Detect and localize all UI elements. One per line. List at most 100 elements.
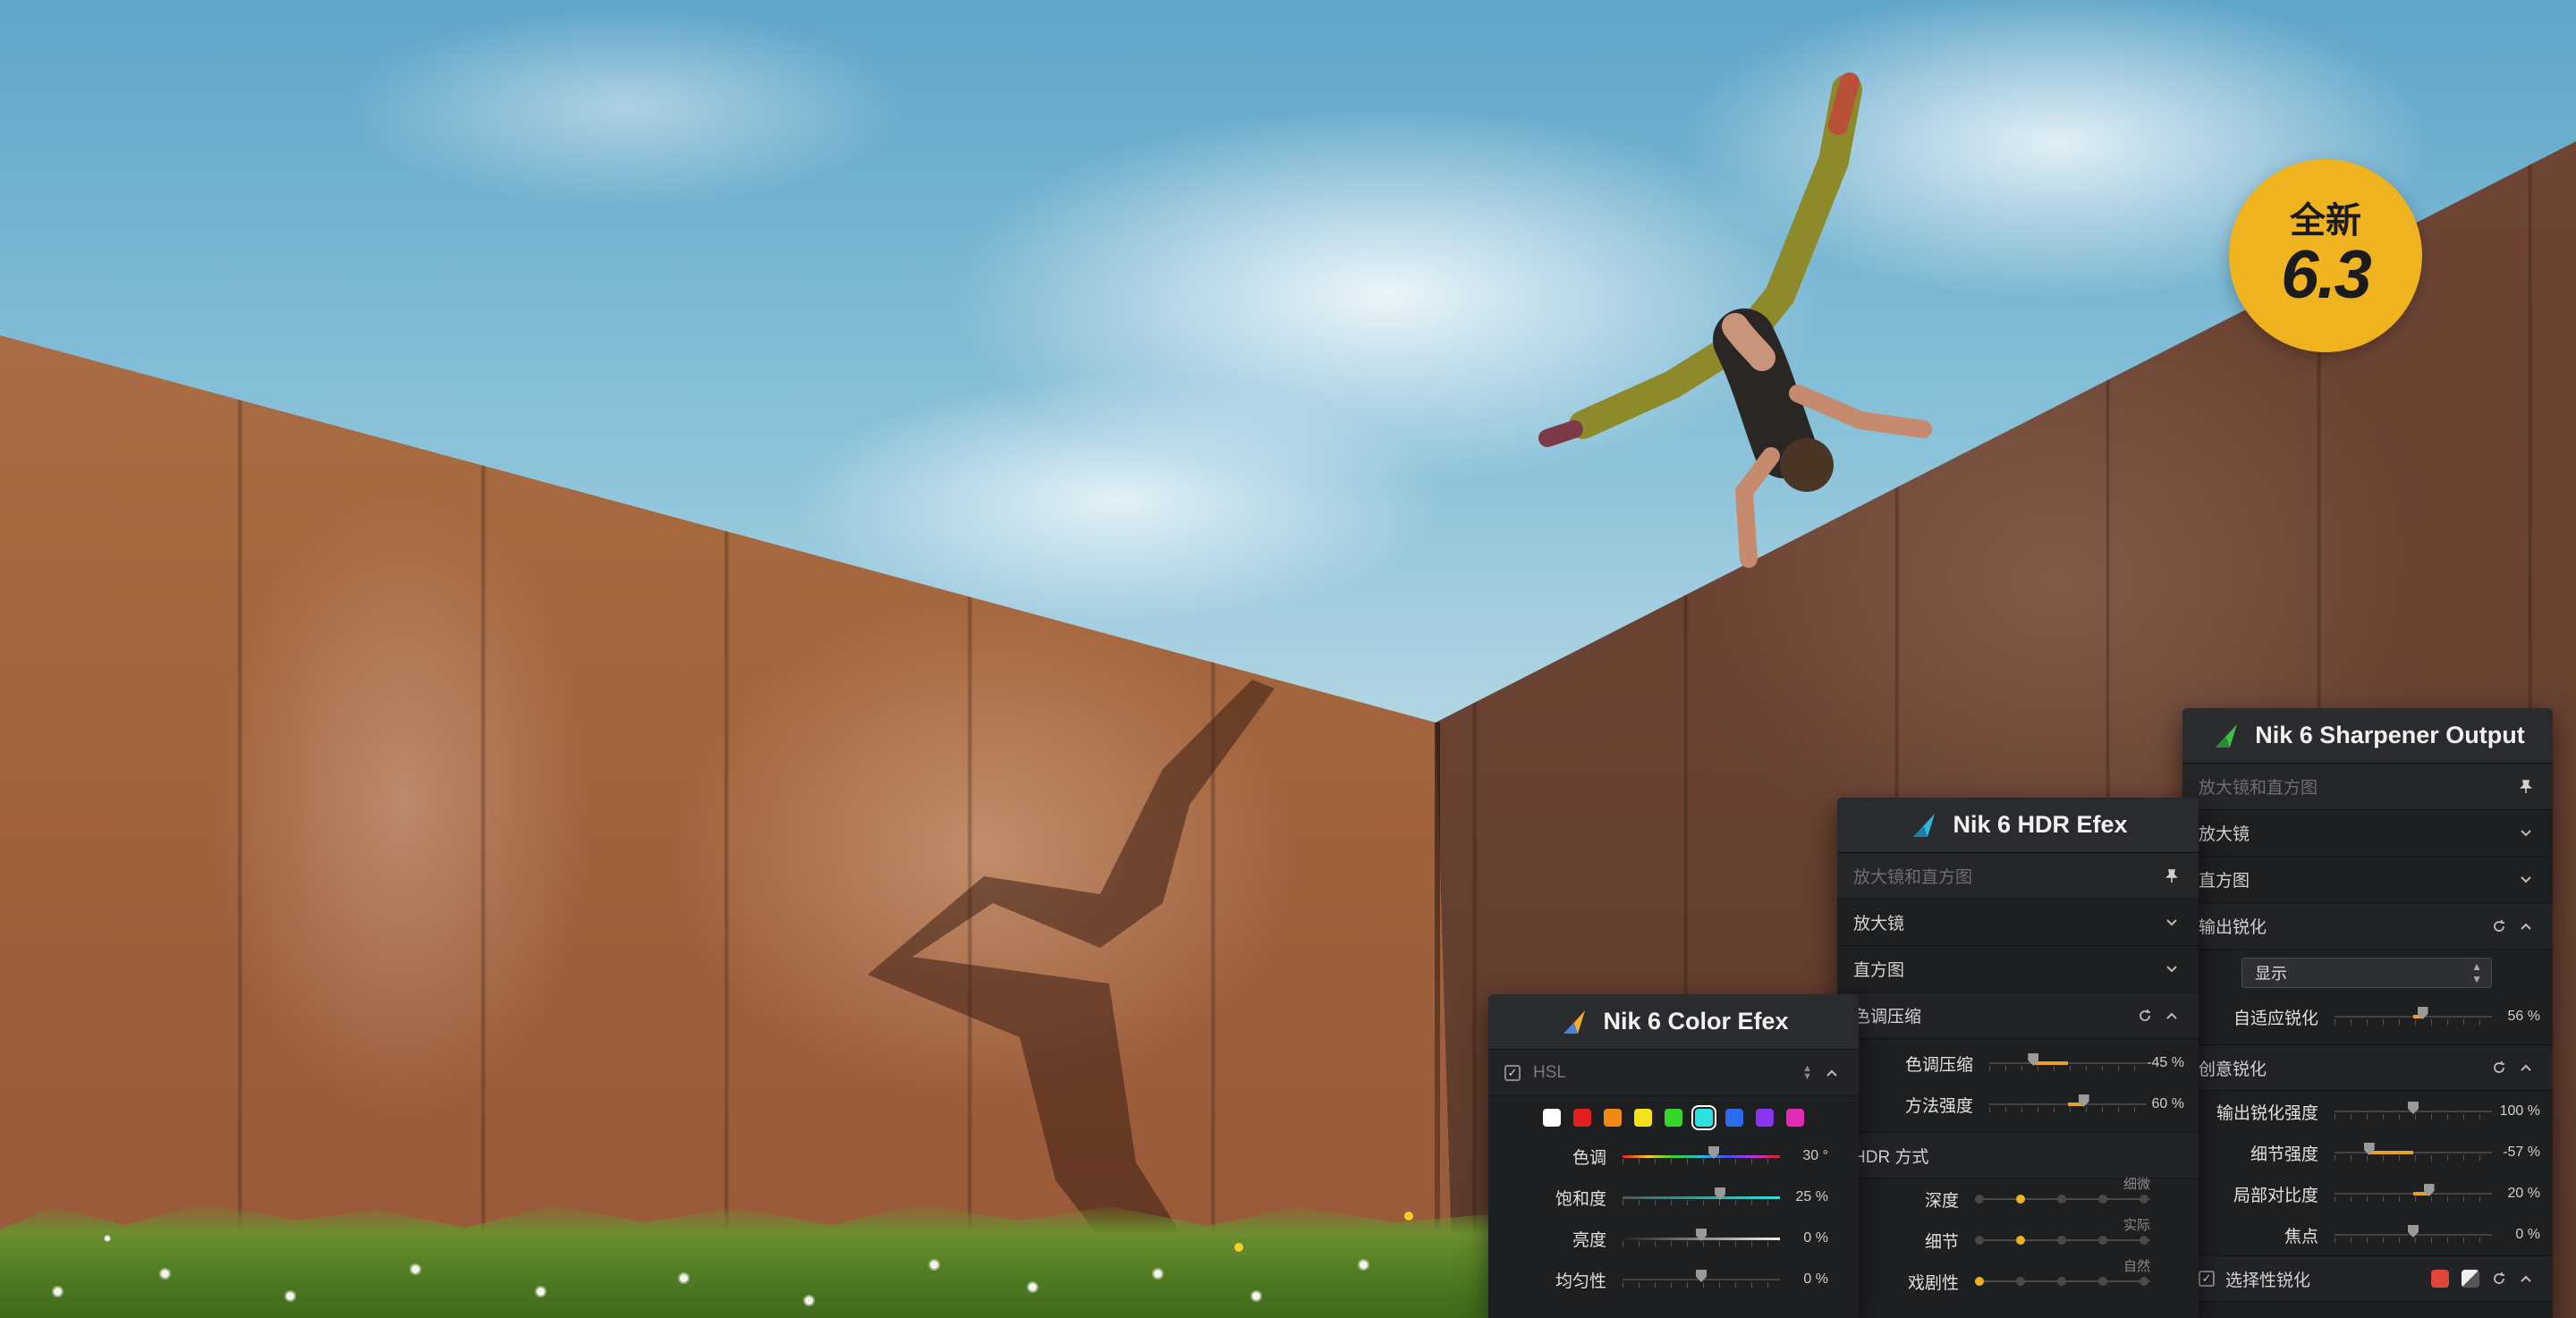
dot-slider-stop[interactable] [2140, 1236, 2148, 1245]
tone-compression-header[interactable]: 色调压缩 [1837, 993, 2199, 1039]
dot-slider-stop[interactable] [2098, 1277, 2107, 1286]
color-swatch[interactable] [1691, 1105, 1716, 1130]
creative-slider[interactable]: 输出锐化强度 100 % [2182, 1091, 2553, 1132]
slider-track[interactable] [1623, 1187, 1780, 1205]
hsl-header[interactable]: ✓ HSL ▲ ▼ [1488, 1050, 1859, 1096]
dot-slider-stop[interactable] [2098, 1195, 2107, 1204]
output-sharpening-header[interactable]: 输出锐化 [2182, 903, 2553, 950]
selective-checkbox[interactable]: ✓ [2199, 1271, 2215, 1287]
hsl-checkbox[interactable]: ✓ [1504, 1064, 1521, 1081]
adaptive-sharpening-slider[interactable]: 自适应锐化 56 % [2182, 996, 2553, 1037]
dot-slider-stop[interactable] [1975, 1236, 1984, 1245]
tone-slider[interactable]: 色调压缩 -45 % [1837, 1043, 2199, 1084]
dot-slider-track[interactable]: 实际 [1975, 1218, 2150, 1249]
slider-label: 饱和度 [1555, 1189, 1606, 1209]
loupe-histogram-row[interactable]: 放大镜和直方图 [1837, 853, 2199, 900]
slider-label: 焦点 [2284, 1227, 2318, 1246]
color-swatch[interactable] [1634, 1109, 1652, 1127]
dot-slider-stop[interactable] [2057, 1195, 2066, 1204]
creative-slider[interactable]: 细节强度 -57 % [2182, 1132, 2553, 1173]
slider-track[interactable] [1989, 1094, 2147, 1112]
creative-slider[interactable]: 局部对比度 20 % [2182, 1173, 2553, 1214]
chevron-up-icon[interactable] [2519, 1272, 2533, 1286]
reset-icon[interactable] [2492, 919, 2506, 934]
color-swatch[interactable] [1756, 1109, 1774, 1127]
dot-slider-stop[interactable] [1975, 1195, 1984, 1204]
slider-label: 局部对比度 [2233, 1186, 2318, 1205]
chevron-up-icon[interactable] [1825, 1066, 1839, 1080]
color-point-icon[interactable] [2431, 1270, 2449, 1288]
badge-new-label: 全新 [2290, 201, 2361, 241]
slider-track[interactable] [2334, 1184, 2492, 1202]
dot-slider-stop[interactable] [2057, 1277, 2066, 1286]
pin-icon[interactable] [2519, 779, 2533, 794]
slider-track[interactable] [2334, 1225, 2492, 1243]
tone-slider[interactable]: 方法强度 60 % [1837, 1084, 2199, 1125]
reset-icon[interactable] [2138, 1009, 2152, 1023]
loupe-histogram-row[interactable]: 放大镜和直方图 [2182, 764, 2553, 810]
color-swatch[interactable] [1665, 1109, 1682, 1127]
selective-sharpening-row[interactable]: ✓ 选择性锐化 [2182, 1255, 2553, 1302]
dot-slider-thumb[interactable] [2016, 1195, 2025, 1204]
slider-track[interactable] [1623, 1270, 1780, 1288]
daisy [805, 1297, 813, 1305]
dot-slider-track[interactable]: 自然 [1975, 1259, 2150, 1290]
daisy [537, 1288, 545, 1296]
histogram-row[interactable]: 直方图 [2182, 857, 2553, 903]
dot-slider-stop[interactable] [2140, 1195, 2148, 1204]
hsl-slider[interactable]: 均匀性 0 % [1488, 1259, 1859, 1300]
dot-slider-stop[interactable] [2016, 1277, 2025, 1286]
chevron-down-icon[interactable] [2165, 962, 2179, 976]
hdr-method-slider[interactable]: 深度 细微 [1837, 1177, 2199, 1220]
hdr-method-slider[interactable]: 戏剧性 自然 [1837, 1259, 2199, 1302]
histogram-row[interactable]: 直方图 [1837, 946, 2199, 993]
loupe-label: 放大镜 [2199, 825, 2250, 844]
color-swatch[interactable] [1786, 1109, 1804, 1127]
slider-track[interactable] [1623, 1146, 1780, 1164]
slider-track[interactable] [1623, 1229, 1780, 1246]
slider-label: 色调压缩 [1904, 1055, 1973, 1075]
reset-icon[interactable] [2492, 1060, 2506, 1075]
slider-label: 输出锐化强度 [2216, 1103, 2318, 1123]
creative-slider[interactable]: 焦点 0 % [2182, 1214, 2553, 1255]
dot-slider-stop[interactable] [2140, 1277, 2148, 1286]
chevron-down-icon[interactable] [2165, 916, 2179, 930]
panel-title: Nik 6 Color Efex [1603, 1008, 1789, 1035]
slider-track[interactable] [2334, 1102, 2492, 1119]
creative-sharpening-header[interactable]: 创意锐化 [2182, 1044, 2553, 1091]
reset-icon[interactable] [2492, 1272, 2506, 1286]
hdr-method-header[interactable]: HDR 方式 [1837, 1132, 2199, 1179]
dot-slider-track[interactable]: 细微 [1975, 1177, 2150, 1208]
hdr-method-slider[interactable]: 细节 实际 [1837, 1218, 2199, 1261]
loupe-row[interactable]: 放大镜 [1837, 900, 2199, 946]
daisy [286, 1292, 294, 1300]
slider-track[interactable] [2334, 1007, 2492, 1025]
slider-track[interactable] [2334, 1143, 2492, 1161]
color-swatch[interactable] [1604, 1109, 1622, 1127]
hsl-slider[interactable]: 亮度 0 % [1488, 1218, 1859, 1259]
color-swatch[interactable] [1543, 1109, 1561, 1127]
chevron-down-icon[interactable] [2519, 826, 2533, 841]
chevron-up-icon[interactable] [2519, 1060, 2533, 1075]
color-swatch[interactable] [1725, 1109, 1743, 1127]
loupe-label: 放大镜 [1853, 915, 1905, 934]
daisy [411, 1265, 419, 1273]
display-select[interactable]: 显示 ▲ ▼ [2241, 958, 2492, 988]
dot-slider-stop[interactable] [2098, 1236, 2107, 1245]
chevron-up-icon[interactable] [2519, 919, 2533, 934]
loupe-row[interactable]: 放大镜 [2182, 810, 2553, 857]
slider-track[interactable] [1989, 1053, 2147, 1071]
dot-slider-thumb[interactable] [1975, 1277, 1984, 1286]
pin-icon[interactable] [2165, 868, 2179, 883]
chevron-down-icon[interactable] [2519, 873, 2533, 887]
sort-arrows-icon[interactable]: ▲ ▼ [1802, 1063, 1812, 1081]
dot-slider-stop[interactable] [2057, 1236, 2066, 1245]
color-swatch[interactable] [1573, 1109, 1591, 1127]
hsl-slider[interactable]: 色调 30 ° [1488, 1136, 1859, 1177]
slider-label: 均匀性 [1555, 1272, 1606, 1291]
mask-icon[interactable] [2462, 1270, 2479, 1288]
histogram-label: 直方图 [2199, 872, 2250, 891]
hsl-slider[interactable]: 饱和度 25 % [1488, 1177, 1859, 1218]
dot-slider-thumb[interactable] [2016, 1236, 2025, 1245]
chevron-up-icon[interactable] [2165, 1009, 2179, 1023]
